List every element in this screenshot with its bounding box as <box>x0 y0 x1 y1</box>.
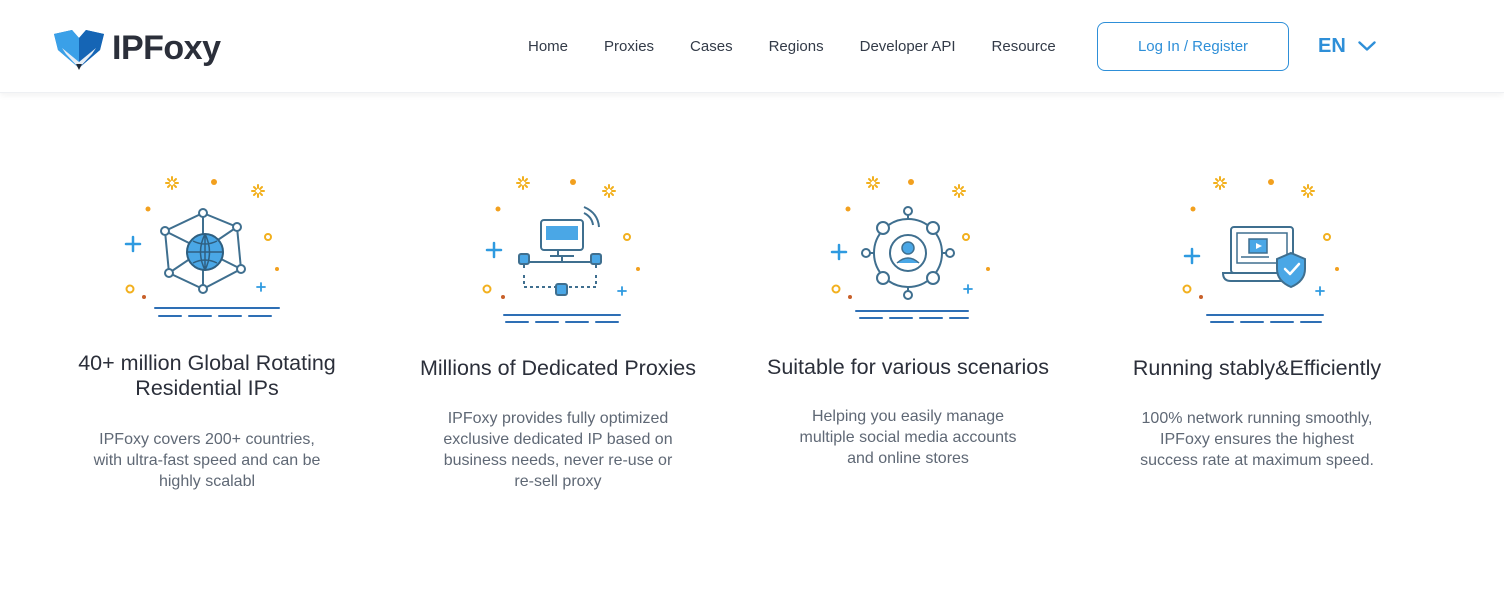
language-selector[interactable]: EN <box>1318 31 1376 61</box>
login-register-button[interactable]: Log In / Register <box>1097 22 1289 71</box>
site-header: IPFoxy Home Proxies Cases Regions Develo… <box>0 0 1504 93</box>
global-network-icon <box>124 176 280 317</box>
language-label: EN <box>1318 34 1346 57</box>
nav-developer-api[interactable]: Developer API <box>860 38 956 55</box>
nav-cases[interactable]: Cases <box>690 38 733 55</box>
main-nav: Home Proxies Cases Regions Developer API… <box>510 0 1074 93</box>
dedicated-proxy-network-icon <box>482 176 640 323</box>
feature-description: 100% network running smoothly, IPFoxy en… <box>1140 410 1374 469</box>
logo-text: IPFoxy <box>112 29 221 67</box>
nav-proxies[interactable]: Proxies <box>604 38 654 55</box>
secure-laptop-icon <box>1182 176 1339 323</box>
feature-title: 40+ million Global Rotating Residential … <box>78 351 336 400</box>
nav-regions[interactable]: Regions <box>769 38 824 55</box>
feature-description: IPFoxy covers 200+ countries, with ultra… <box>93 431 321 490</box>
feature-description: Helping you easily manage multiple socia… <box>799 408 1017 467</box>
feature-title: Suitable for various scenarios <box>766 355 1050 379</box>
feature-description: IPFoxy provides fully optimized exclusiv… <box>443 410 673 490</box>
feature-title: Running stably&Efficiently <box>1132 356 1382 380</box>
feature-title: Millions of Dedicated Proxies <box>419 356 697 380</box>
logo[interactable]: IPFoxy <box>52 24 221 72</box>
user-connection-hub-icon <box>830 176 990 319</box>
fox-logo-icon <box>54 30 104 70</box>
nav-home[interactable]: Home <box>528 38 568 55</box>
chevron-down-icon <box>1358 40 1376 51</box>
nav-resource[interactable]: Resource <box>992 38 1056 55</box>
